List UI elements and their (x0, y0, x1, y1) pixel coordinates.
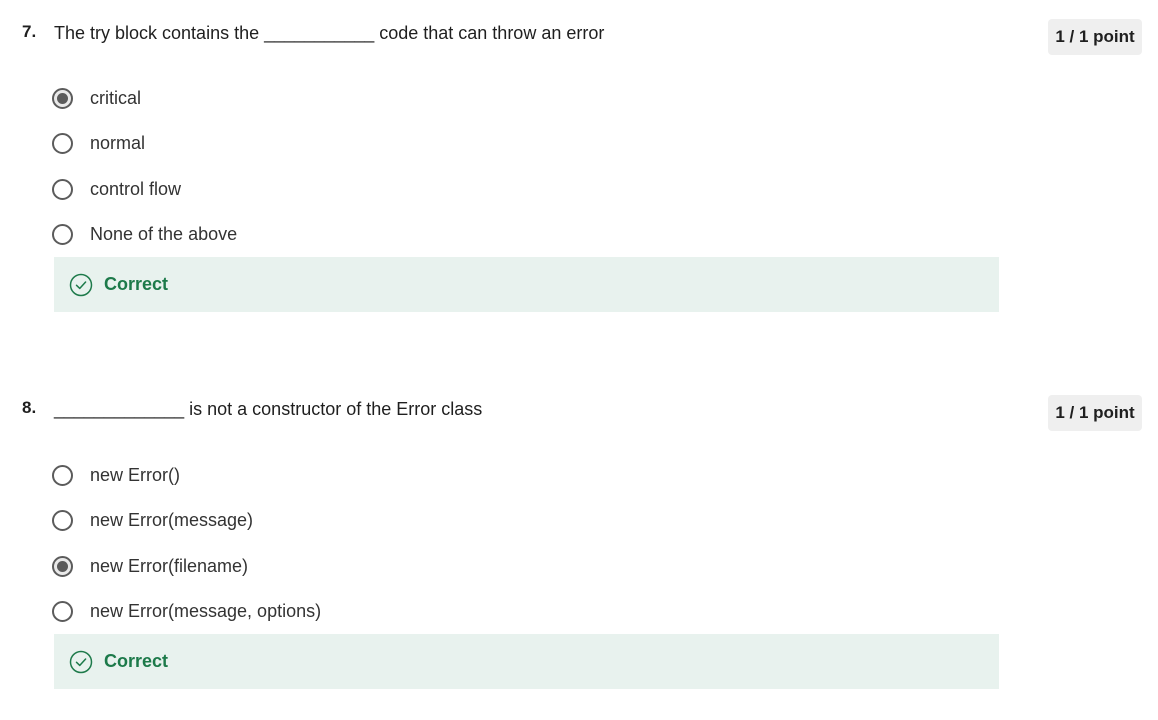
option-new-error-message-options[interactable]: new Error(message, options) (52, 589, 652, 634)
answer-options: critical normal control flow None of the… (52, 76, 652, 257)
feedback-label: Correct (104, 274, 169, 294)
question-text: The try block contains the ___________ c… (54, 23, 605, 43)
radio-button[interactable] (52, 133, 73, 155)
option-label: normal (90, 133, 146, 154)
question-number: 8. (22, 398, 37, 417)
radio-button[interactable] (52, 601, 73, 623)
radio-button[interactable] (52, 88, 73, 110)
answer-options: new Error() new Error(message) new Error… (52, 453, 652, 634)
option-new-error-filename[interactable]: new Error(filename) (52, 544, 652, 589)
points-badge: 1 / 1 point (1048, 19, 1142, 55)
option-label: new Error(message) (90, 510, 254, 531)
option-label: new Error(filename) (90, 555, 249, 576)
radio-button[interactable] (52, 465, 73, 487)
question-number: 7. (22, 22, 37, 41)
radio-button[interactable] (52, 224, 73, 246)
option-new-error-message[interactable]: new Error(message) (52, 498, 652, 543)
option-label: critical (90, 88, 142, 109)
check-circle-icon (69, 650, 93, 674)
option-critical[interactable]: critical (52, 76, 652, 121)
option-normal[interactable]: normal (52, 121, 652, 166)
feedback-label: Correct (104, 651, 169, 671)
option-label: None of the above (90, 224, 238, 245)
radio-button[interactable] (52, 178, 73, 200)
option-control-flow[interactable]: control flow (52, 167, 652, 212)
points-badge: 1 / 1 point (1048, 395, 1142, 431)
question-text: _____________ is not a constructor of th… (54, 399, 483, 419)
radio-button[interactable] (52, 555, 73, 577)
feedback-correct: Correct (54, 257, 999, 312)
check-circle-icon (69, 273, 93, 297)
option-label: new Error(message, options) (90, 601, 322, 622)
feedback-correct: Correct (54, 634, 999, 689)
option-new-error[interactable]: new Error() (52, 453, 652, 498)
option-label: control flow (90, 178, 182, 199)
option-none-of-the-above[interactable]: None of the above (52, 212, 652, 257)
option-label: new Error() (90, 465, 181, 486)
radio-button[interactable] (52, 510, 73, 532)
